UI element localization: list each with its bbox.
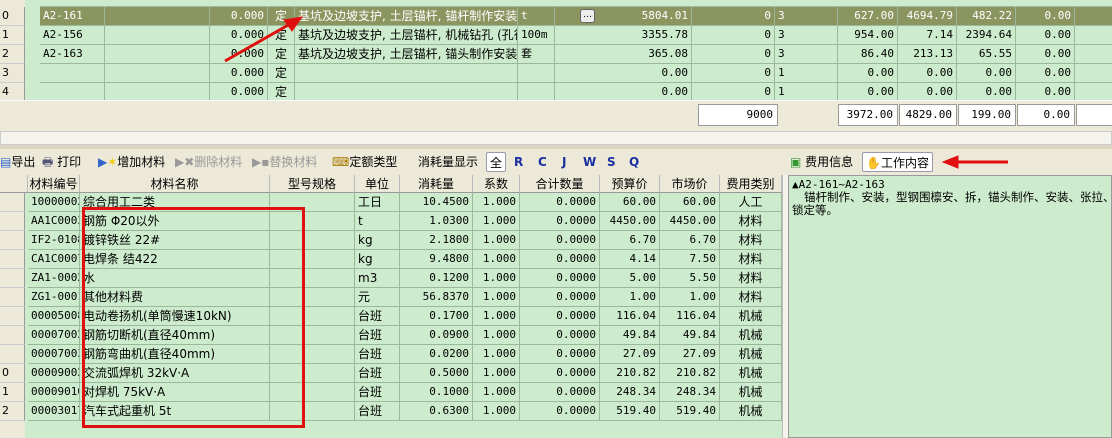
arrow-icon	[941, 155, 1008, 169]
arrow-icon	[224, 16, 304, 63]
annotation-arrows	[224, 16, 1008, 169]
